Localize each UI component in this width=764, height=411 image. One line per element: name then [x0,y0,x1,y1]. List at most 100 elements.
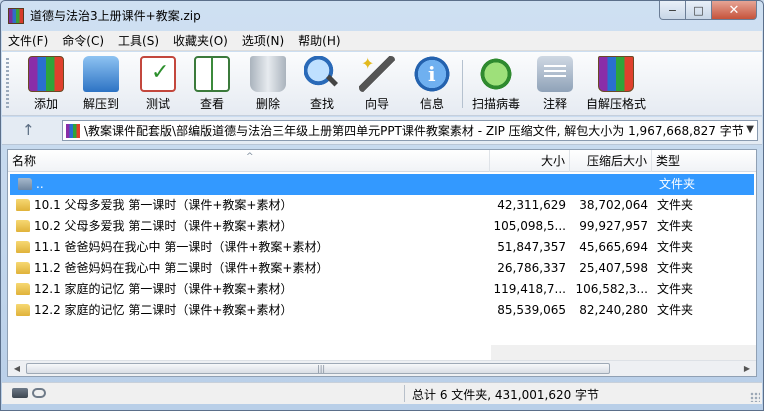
menu-file[interactable]: 文件(F) [8,32,48,49]
folder-icon [16,262,30,274]
file-packed-size [572,174,650,195]
window-title: 道德与法治3上册课件+教案.zip [30,9,201,23]
status-summary: 总计 6 文件夹, 431,001,620 字节 [412,388,600,402]
delete-button[interactable]: 删除 [250,56,286,112]
status-bar: 总计 6 文件夹, 431,001,620 字节 [2,382,762,404]
toolbar-grip[interactable] [6,58,9,110]
file-type: 文件夹 [657,198,694,212]
extract-to-button[interactable]: 解压到 [83,56,119,112]
folder-icon [16,304,30,316]
file-packed-size: 38,702,064 [579,198,648,212]
file-row[interactable]: 12.2 家庭的记忆 第二课时（课件+教案+素材） 85,539,065 82,24… [8,300,756,321]
comment-button[interactable]: 注释 [537,56,573,112]
maximize-button[interactable]: □ [686,1,712,20]
column-name-label: 名称 [12,154,37,168]
file-size: 85,539,065 [497,303,566,317]
view-button[interactable]: 查看 [194,56,230,112]
scroll-thumb[interactable]: ||| [26,363,610,374]
comment-label: 注释 [542,97,567,111]
address-bar: ↑ \教案课件配套版\部编版道德与法治三年级上册第四单元PPT课件教案素材 - … [2,117,762,145]
folder-icon [16,241,30,253]
menu-favorites[interactable]: 收藏夹(O) [173,32,228,49]
resize-grip-icon[interactable] [750,392,760,402]
file-type: 文件夹 [657,240,694,254]
file-row[interactable]: 11.1 爸爸妈妈在我心中 第一课时（课件+教案+素材） 51,847,357 45… [8,237,756,258]
key-icon[interactable] [32,388,46,398]
drive-icon[interactable] [12,388,28,398]
up-one-level-icon[interactable]: ↑ [22,121,35,139]
add-label: 添加 [33,97,58,111]
menu-help[interactable]: 帮助(H) [298,32,340,49]
menu-tools[interactable]: 工具(S) [118,32,159,49]
file-list[interactable]: 名称 ^ 大小 压缩后大小 类型 .. 文件夹 10.1 父母多爱我 第一课时（课件… [7,149,757,377]
info-label: 信息 [419,97,444,111]
file-packed-size: 99,927,957 [579,219,648,233]
close-button[interactable]: ✕ [712,1,757,20]
find-label: 查找 [309,97,334,111]
virus-scan-label: 扫描病毒 [472,97,521,111]
column-type[interactable]: 类型 [652,150,756,172]
file-type: 文件夹 [659,177,696,191]
file-packed-size: 25,407,598 [579,261,648,275]
delete-label: 删除 [255,97,280,111]
title-bar[interactable]: 道德与法治3上册课件+教案.zip − □ ✕ [1,1,763,30]
file-name: 12.1 家庭的记忆 第一课时（课件+教案+素材） [34,282,293,296]
column-header: 名称 ^ 大小 压缩后大小 类型 [8,150,756,172]
file-row[interactable]: 10.2 父母多爱我 第二课时（课件+教案+素材） 105,098,5... 99,… [8,216,756,237]
path-combobox[interactable]: \教案课件配套版\部编版道德与法治三年级上册第四单元PPT课件教案素材 - ZI… [62,120,758,141]
file-type: 文件夹 [657,261,694,275]
scroll-right-arrow-icon[interactable]: ▶ [740,362,754,375]
wizard-button[interactable]: 向导 [359,54,395,112]
window-controls: − □ ✕ [659,1,757,20]
status-divider [404,385,405,402]
column-packed-size[interactable]: 压缩后大小 [570,150,652,172]
path-dropdown-icon[interactable]: ▼ [746,124,754,135]
folder-icon [16,199,30,211]
column-size[interactable]: 大小 [490,150,570,172]
test-button[interactable]: 测试 [140,56,176,112]
menu-commands[interactable]: 命令(C) [62,32,104,49]
status-icons [12,388,46,398]
test-label: 测试 [145,97,170,111]
file-name: 11.2 爸爸妈妈在我心中 第二课时（课件+教案+素材） [34,261,329,275]
toolbar: 添加 解压到 测试 查看 删除 查找 向导 信息 [2,52,762,116]
minimize-button[interactable]: − [659,1,686,20]
file-name: .. [36,177,44,191]
folder-up-icon [18,178,32,190]
scroll-left-arrow-icon[interactable]: ◀ [10,362,24,375]
file-row[interactable]: 11.2 爸爸妈妈在我心中 第二课时（课件+教案+素材） 26,786,337 25… [8,258,756,279]
archive-icon [66,123,80,138]
magnifier-icon [304,56,340,92]
folder-icon [16,283,30,295]
file-type: 文件夹 [657,219,694,233]
column-name[interactable]: 名称 ^ [8,150,490,172]
view-label: 查看 [199,97,224,111]
file-type: 文件夹 [657,282,694,296]
virus-scan-button[interactable]: 扫描病毒 [472,56,520,112]
file-size [492,174,568,195]
file-row[interactable]: 12.1 家庭的记忆 第一课时（课件+教案+素材） 119,418,7... 106… [8,279,756,300]
file-name: 11.1 爸爸妈妈在我心中 第一课时（课件+教案+素材） [34,240,329,254]
wizard-wand-icon [359,54,395,92]
menu-options[interactable]: 选项(N) [242,32,284,49]
info-button[interactable]: 信息 [414,56,450,112]
file-row[interactable]: .. 文件夹 [10,174,754,195]
folder-icon [16,220,30,232]
file-packed-size: 45,665,694 [579,240,648,254]
sfx-label: 自解压格式 [586,97,647,111]
add-button[interactable]: 添加 [28,56,64,112]
file-packed-size: 106,582,3... [575,282,648,296]
extract-folder-icon [83,56,119,92]
file-row[interactable]: 10.1 父母多爱我 第一课时（课件+教案+素材） 42,311,629 38,70… [8,195,756,216]
find-button[interactable]: 查找 [304,56,340,112]
file-size: 119,418,7... [493,282,566,296]
winrar-app-icon[interactable] [8,7,24,24]
toolbar-separator [462,60,463,108]
extract-to-label: 解压到 [83,97,120,111]
test-checklist-icon [140,56,176,92]
sfx-button[interactable]: 自解压格式 [586,56,646,112]
horizontal-scrollbar[interactable]: ◀ ||| ▶ [8,360,756,376]
sort-ascending-icon: ^ [246,152,254,162]
wizard-label: 向导 [364,97,389,111]
sfx-archive-icon [598,56,634,92]
